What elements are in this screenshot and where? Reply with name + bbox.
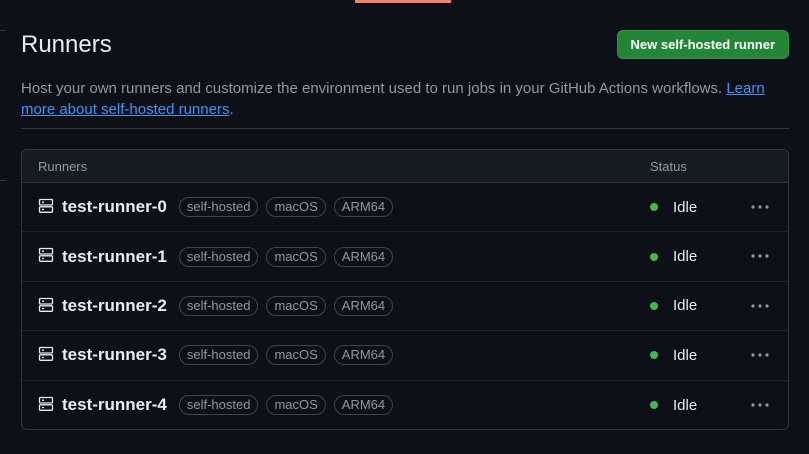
runners-page: Runners New self-hosted runner Host your… [0,0,809,454]
server-icon [38,396,54,411]
new-self-hosted-runner-button[interactable]: New self-hosted runner [616,30,789,59]
runner-name-link[interactable]: test-runner-0 [62,197,167,217]
table-header: Runners Status [22,150,788,183]
table-row: test-runner-2 self-hosted macOS ARM64 Idle [22,282,788,332]
status-cell: Idle [650,183,697,231]
runner-label-badge: ARM64 [333,197,394,218]
status-text: Idle [673,346,698,364]
table-row: test-runner-3 self-hosted macOS ARM64 Idle [22,331,788,381]
server-icon [38,198,54,213]
status-cell: Idle [650,331,697,379]
runner-name-link[interactable]: test-runner-2 [62,296,167,316]
runner-label-badge: self-hosted [178,345,259,366]
runner-labels: self-hosted macOS ARM64 [178,345,401,366]
description-trailing: . [229,101,234,118]
runner-label-badge: self-hosted [178,246,259,267]
status-dot-icon [650,301,658,310]
runner-label-badge: self-hosted [178,197,259,218]
runner-labels: self-hosted macOS ARM64 [178,295,401,316]
runner-labels: self-hosted macOS ARM64 [178,246,401,267]
runner-label-badge: self-hosted [178,295,259,316]
runner-name-link[interactable]: test-runner-3 [62,345,167,365]
table-row: test-runner-1 self-hosted macOS ARM64 Idle [22,232,788,282]
runner-label-badge: macOS [266,295,326,316]
status-text: Idle [673,396,698,414]
status-dot-icon [650,252,658,261]
status-dot-icon [650,203,658,212]
page-description: Host your own runners and customize the … [21,78,791,120]
runner-label-badge: macOS [266,345,326,366]
kebab-horizontal-icon [751,205,769,209]
status-dot-icon [650,351,658,360]
description-text: Host your own runners and customize the … [21,80,727,97]
runner-menu-button[interactable] [748,244,772,268]
status-text: Idle [673,297,698,315]
runner-cell: test-runner-4 self-hosted macOS ARM64 [62,381,401,429]
runner-menu-button[interactable] [748,393,772,417]
runner-labels: self-hosted macOS ARM64 [178,395,401,416]
server-icon [38,297,54,312]
runner-menu-button[interactable] [748,343,772,367]
active-tab-indicator [355,0,451,3]
status-cell: Idle [650,282,697,330]
runner-name-link[interactable]: test-runner-4 [62,395,167,415]
runner-label-badge: ARM64 [333,395,394,416]
runner-label-badge: ARM64 [333,246,394,267]
runner-label-badge: macOS [266,246,326,267]
kebab-horizontal-icon [751,402,769,407]
table-body: test-runner-0 self-hosted macOS ARM64 Idle… [22,183,788,429]
page-header: Runners New self-hosted runner [21,30,789,60]
status-text: Idle [673,248,698,266]
runner-cell: test-runner-0 self-hosted macOS ARM64 [62,183,401,231]
kebab-horizontal-icon [751,254,769,258]
runner-label-badge: macOS [266,395,326,416]
runner-name-link[interactable]: test-runner-1 [62,247,167,267]
runner-label-badge: self-hosted [178,395,259,416]
server-icon [38,347,54,362]
status-text: Idle [673,198,698,216]
status-dot-icon [650,401,658,410]
left-nav-edge [0,180,6,181]
table-row: test-runner-0 self-hosted macOS ARM64 Idle [22,183,788,233]
kebab-horizontal-icon [751,304,769,308]
kebab-horizontal-icon [751,353,769,357]
runner-cell: test-runner-3 self-hosted macOS ARM64 [62,331,401,379]
runner-cell: test-runner-2 self-hosted macOS ARM64 [62,282,401,330]
runners-table: Runners Status test-runner-0 self-hosted… [21,149,789,430]
runner-menu-button[interactable] [748,195,772,219]
runner-label-badge: ARM64 [333,295,394,316]
runner-menu-button[interactable] [748,294,772,318]
status-cell: Idle [650,381,698,429]
runner-label-badge: ARM64 [333,345,394,366]
runner-label-badge: macOS [266,197,326,218]
table-row: test-runner-4 self-hosted macOS ARM64 Idle [22,381,788,429]
runner-labels: self-hosted macOS ARM64 [178,197,401,218]
column-header-runners: Runners [38,159,88,174]
column-header-status: Status [650,159,687,174]
runner-cell: test-runner-1 self-hosted macOS ARM64 [62,232,401,280]
server-icon [38,248,54,263]
left-nav-edge [0,30,6,31]
page-title: Runners [21,31,112,58]
status-cell: Idle [650,232,697,280]
section-divider [21,128,789,129]
